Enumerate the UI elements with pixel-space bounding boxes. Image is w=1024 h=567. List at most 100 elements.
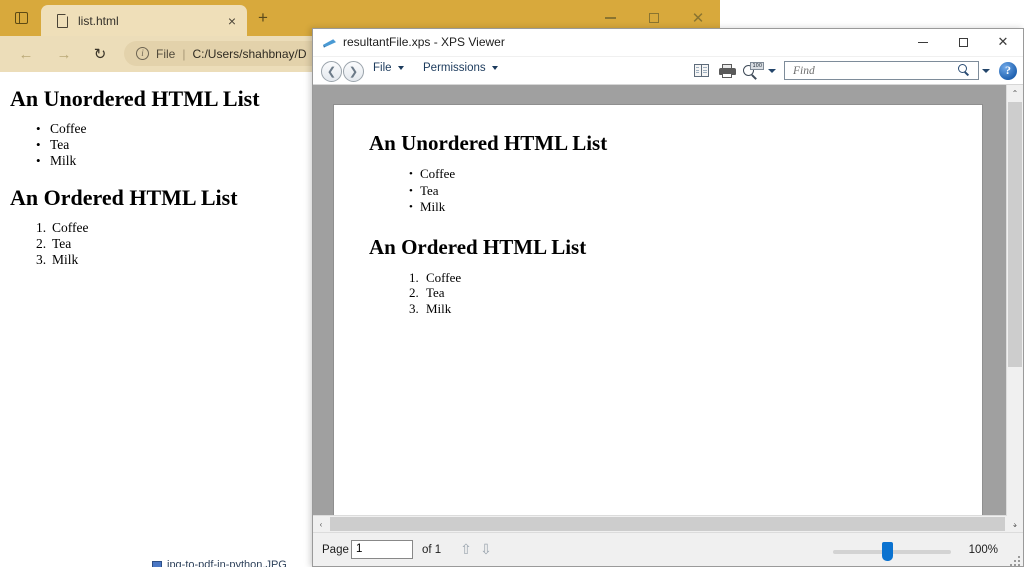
forward-button[interactable]: → — [52, 43, 76, 65]
find-magnifier-icon[interactable] — [958, 64, 971, 77]
list-item: 3.Milk — [36, 252, 260, 268]
xps-horizontal-scrollbar[interactable]: ‹ › — [313, 515, 1007, 532]
spacer — [369, 216, 982, 235]
xps-ordered-list: 1.Coffee 2.Tea 3.Milk — [409, 270, 982, 317]
list-number: 3. — [409, 301, 426, 317]
scrollbar-thumb[interactable] — [330, 517, 1005, 531]
list-item: •Coffee — [36, 121, 260, 137]
zoom-slider-thumb[interactable] — [882, 542, 893, 561]
spacer — [10, 169, 260, 185]
address-separator: | — [182, 47, 185, 61]
browser-ordered-list: 1.Coffee 2.Tea 3.Milk — [36, 220, 260, 268]
scroll-up-icon[interactable]: ⌃ — [1007, 85, 1023, 101]
close-icon[interactable]: ✕ — [983, 29, 1023, 56]
bullet-icon: • — [409, 184, 420, 200]
list-item-label: Tea — [420, 183, 439, 198]
scroll-left-icon[interactable]: ‹ — [313, 516, 329, 532]
list-item: 3.Milk — [409, 301, 982, 317]
info-icon[interactable]: i — [136, 47, 149, 60]
list-item: 1.Coffee — [36, 220, 260, 236]
bullet-icon: • — [36, 137, 50, 153]
xps-toolbar: ❮ ❯ File Permissions — [313, 57, 1023, 85]
page-label: Page — [322, 544, 349, 556]
explorer-file-item[interactable]: jpg-to-pdf-in-python.JPG — [152, 559, 287, 567]
help-button[interactable]: ? — [999, 62, 1017, 80]
list-item-label: Milk — [426, 301, 451, 316]
zoom-badge-label: 100 — [750, 62, 764, 70]
xps-status-bar: Page 1 of 1 ⇧ ⇩ 100% — [313, 532, 1023, 567]
list-item-label: Tea — [50, 137, 69, 152]
xps-forward-button[interactable]: ❯ — [343, 61, 364, 82]
list-item-label: Coffee — [52, 220, 89, 235]
list-item-label: Coffee — [426, 270, 461, 285]
page-number-input[interactable]: 1 — [351, 540, 413, 559]
previous-page-button[interactable]: ⇧ — [458, 540, 474, 559]
xps-vertical-scrollbar[interactable]: ⌃ ⌄ — [1006, 85, 1023, 532]
list-item: •Milk — [36, 153, 260, 169]
tab-strip-glyph — [15, 12, 28, 24]
menu-permissions-label: Permissions — [423, 62, 486, 74]
next-page-button[interactable]: ⇩ — [478, 540, 494, 559]
xps-toolbar-right: 100 Find ? — [688, 57, 1017, 84]
explorer-file-name: jpg-to-pdf-in-python.JPG — [167, 559, 287, 567]
list-item-label: Milk — [52, 252, 78, 267]
address-text: C:/Users/shahbnay/D — [192, 47, 306, 61]
scrollbar-thumb[interactable] — [1008, 102, 1022, 367]
printer-icon[interactable] — [714, 59, 740, 82]
scroll-right-icon[interactable]: › — [1007, 516, 1023, 532]
list-item-label: Tea — [52, 236, 71, 251]
xps-back-button[interactable]: ❮ — [321, 61, 342, 82]
xps-app-icon — [323, 38, 336, 48]
xps-titlebar: resultantFile.xps - XPS Viewer ✕ — [313, 29, 1023, 57]
page-count-label: of 1 — [422, 544, 441, 556]
zoom-dropdown-caret-icon[interactable] — [768, 69, 776, 73]
menu-file[interactable]: File — [373, 62, 404, 74]
browser-heading-ordered: An Ordered HTML List — [10, 185, 260, 211]
back-button[interactable]: ← — [14, 43, 38, 65]
xps-window-controls: ✕ — [903, 29, 1023, 56]
bullet-icon: • — [36, 153, 50, 169]
list-number: 1. — [409, 270, 426, 286]
list-number: 2. — [409, 285, 426, 301]
xps-window-title: resultantFile.xps - XPS Viewer — [343, 35, 505, 49]
list-item: 1.Coffee — [409, 270, 982, 286]
list-item-label: Milk — [50, 153, 76, 168]
list-number: 2. — [36, 236, 52, 252]
zoom-slider[interactable] — [833, 550, 951, 554]
list-item-label: Coffee — [420, 166, 455, 181]
list-item: 2.Tea — [36, 236, 260, 252]
xps-viewer-window: resultantFile.xps - XPS Viewer ✕ ❮ ❯ Fil… — [312, 28, 1024, 567]
list-item: •Milk — [409, 199, 982, 216]
resize-grip[interactable] — [1009, 555, 1020, 566]
list-item: •Tea — [409, 183, 982, 200]
find-input[interactable]: Find — [784, 61, 979, 80]
maximize-icon[interactable] — [943, 29, 983, 56]
xps-document-viewport: An Unordered HTML List •Coffee •Tea •Mil… — [313, 85, 1023, 532]
new-tab-button[interactable]: + — [253, 9, 273, 29]
menu-permissions[interactable]: Permissions — [423, 62, 498, 74]
xps-document-page: An Unordered HTML List •Coffee •Tea •Mil… — [334, 105, 982, 532]
image-file-icon — [152, 561, 162, 567]
browser-page-content: An Unordered HTML List •Coffee •Tea •Mil… — [0, 72, 260, 268]
chevron-down-icon — [492, 66, 498, 70]
scheme-label: File — [156, 47, 175, 61]
browser-heading-unordered: An Unordered HTML List — [10, 86, 260, 112]
xps-heading-unordered: An Unordered HTML List — [369, 131, 982, 156]
list-number: 1. — [36, 220, 52, 236]
chevron-down-icon — [398, 66, 404, 70]
close-icon[interactable]: × — [225, 14, 239, 28]
list-number: 3. — [36, 252, 52, 268]
bullet-icon: • — [409, 200, 420, 216]
minimize-icon[interactable] — [903, 29, 943, 56]
list-item: •Coffee — [409, 166, 982, 183]
browser-tab[interactable]: list.html × — [41, 5, 247, 36]
two-page-view-icon[interactable] — [688, 59, 714, 82]
reload-button[interactable]: ↻ — [88, 43, 112, 65]
find-dropdown-caret-icon[interactable] — [982, 69, 990, 73]
document-icon — [57, 14, 68, 28]
find-placeholder: Find — [793, 65, 958, 77]
zoom-magnifier-icon[interactable]: 100 — [740, 59, 766, 82]
xps-unordered-list: •Coffee •Tea •Milk — [409, 166, 982, 216]
tab-strip-icon[interactable] — [10, 8, 32, 28]
bullet-icon: • — [36, 121, 50, 137]
